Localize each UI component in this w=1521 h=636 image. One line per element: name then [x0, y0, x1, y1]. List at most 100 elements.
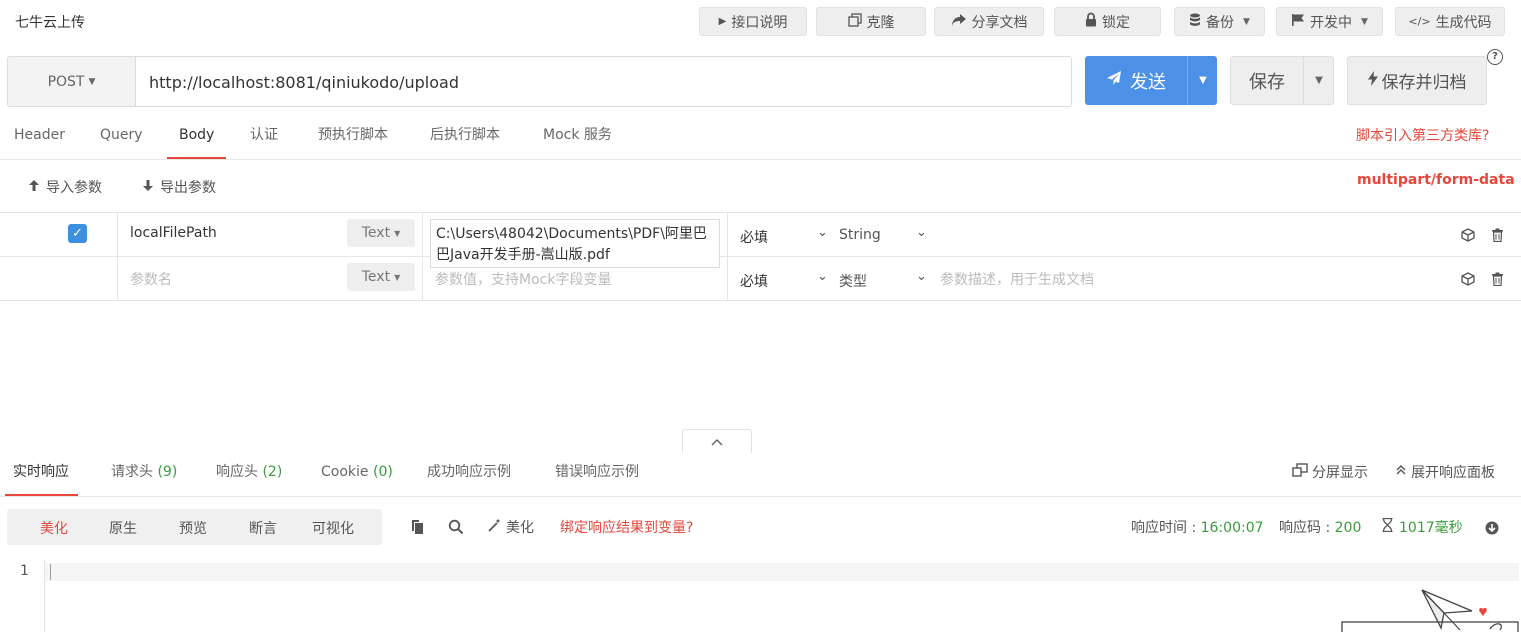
- response-time-value: 16:00:07: [1201, 520, 1264, 536]
- download-icon[interactable]: [1485, 520, 1501, 536]
- tab-header[interactable]: Header: [14, 115, 65, 159]
- data-type-dropdown[interactable]: 类型: [839, 271, 867, 314]
- tab-response-headers[interactable]: 响应头 (2): [216, 452, 282, 496]
- generate-code-button[interactable]: </> 生成代码: [1395, 7, 1505, 36]
- magic-wand-icon: [488, 518, 502, 536]
- api-doc-button[interactable]: ▶ 接口说明: [699, 7, 807, 36]
- tab-auth[interactable]: 认证: [250, 115, 278, 159]
- share-icon: [951, 13, 967, 31]
- param-name-placeholder[interactable]: 参数名: [130, 269, 172, 312]
- cube-icon[interactable]: [1461, 227, 1475, 241]
- view-assert[interactable]: 断言: [249, 518, 277, 538]
- param-enabled-checkbox[interactable]: ✓: [68, 224, 87, 243]
- split-screen-label: 分屏显示: [1312, 462, 1368, 482]
- tab-label: 成功响应示例: [427, 464, 511, 480]
- response-code: 响应码 : 200: [1279, 517, 1361, 537]
- flag-icon: [1291, 13, 1305, 31]
- dev-status-label: 开发中: [1310, 12, 1352, 32]
- tab-label: 错误响应示例: [555, 464, 639, 480]
- param-type-dropdown[interactable]: Text ▼: [347, 263, 415, 291]
- double-chevron-up-icon: [1395, 464, 1407, 480]
- url-input[interactable]: [147, 57, 1051, 108]
- chevron-down-icon: ⌄: [817, 269, 828, 312]
- backup-label: 备份: [1206, 12, 1234, 32]
- tab-success-example[interactable]: 成功响应示例: [427, 452, 511, 496]
- dev-status-dropdown[interactable]: 开发中 ▼: [1276, 7, 1383, 36]
- share-doc-button[interactable]: 分享文档: [934, 7, 1044, 36]
- response-duration-value: 1017毫秒: [1399, 517, 1463, 537]
- caret-down-icon: ▼: [1361, 17, 1368, 27]
- param-description-placeholder[interactable]: 参数描述，用于生成文档: [940, 269, 1094, 312]
- backup-dropdown[interactable]: 备份 ▼: [1174, 7, 1265, 36]
- copy-icon[interactable]: [409, 519, 425, 535]
- paper-plane-icon: [1106, 70, 1122, 91]
- beautify-label: 美化: [506, 517, 534, 537]
- tab-cookie[interactable]: Cookie (0): [321, 452, 393, 496]
- play-icon: ▶: [719, 16, 727, 27]
- database-icon: [1189, 13, 1201, 31]
- tab-query[interactable]: Query: [100, 115, 143, 159]
- send-options-dropdown[interactable]: ▼: [1187, 56, 1218, 105]
- split-screen-icon: [1292, 463, 1308, 481]
- arrow-up-icon: [28, 179, 40, 196]
- tab-error-example[interactable]: 错误响应示例: [555, 452, 639, 496]
- method-label: POST: [48, 74, 85, 90]
- response-time: 响应时间 : 16:00:07: [1131, 517, 1264, 537]
- chevron-up-icon: [711, 435, 723, 449]
- view-beautify[interactable]: 美化: [40, 518, 68, 538]
- import-params-button[interactable]: 导入参数: [28, 177, 102, 197]
- table-row-new: 参数名 Text ▼ 参数值，支持Mock字段变量 必填 ⌄ 类型 ⌄ 参数描述…: [0, 256, 1521, 301]
- trash-icon[interactable]: [1491, 227, 1505, 241]
- tab-count: (0): [373, 464, 393, 480]
- content-type-dropdown[interactable]: multipart/form-data▼: [1357, 172, 1521, 188]
- clone-label: 克隆: [867, 12, 895, 32]
- api-doc-label: 接口说明: [731, 12, 787, 32]
- collapse-panel-toggle[interactable]: [682, 429, 752, 453]
- lock-label: 锁定: [1102, 12, 1130, 32]
- tab-mock-service[interactable]: Mock 服务: [543, 115, 612, 159]
- required-dropdown[interactable]: 必填: [740, 271, 768, 314]
- view-preview[interactable]: 预览: [179, 518, 207, 538]
- param-type-label: Text: [362, 225, 390, 241]
- bind-response-variable-link[interactable]: 绑定响应结果到变量?: [560, 517, 693, 537]
- clone-button[interactable]: 克隆: [816, 7, 926, 36]
- method-dropdown[interactable]: POST ▼: [8, 57, 136, 106]
- save-button[interactable]: 保存: [1231, 57, 1303, 104]
- caret-down-icon: ▼: [88, 77, 95, 87]
- export-params-button[interactable]: 导出参数: [142, 177, 216, 197]
- response-code-label: 响应码 :: [1279, 520, 1330, 536]
- save-options-dropdown[interactable]: ▼: [1303, 57, 1334, 104]
- param-value-placeholder[interactable]: 参数值，支持Mock字段变量: [435, 269, 611, 312]
- split-screen-button[interactable]: 分屏显示: [1292, 462, 1368, 482]
- param-value-field[interactable]: C:\Users\48042\Documents\PDF\阿里巴巴Java开发手…: [430, 219, 720, 268]
- tab-request-headers[interactable]: 请求头 (9): [111, 452, 177, 496]
- view-visualize[interactable]: 可视化: [312, 518, 354, 538]
- help-icon[interactable]: ?: [1487, 49, 1503, 65]
- param-type-dropdown[interactable]: Text ▼: [347, 219, 415, 247]
- expand-response-button[interactable]: 展开响应面板: [1395, 462, 1495, 482]
- lock-button[interactable]: 锁定: [1054, 7, 1161, 36]
- import-params-label: 导入参数: [46, 177, 102, 197]
- chevron-down-icon: ⌄: [916, 269, 927, 312]
- arrow-down-icon: [142, 179, 154, 196]
- view-raw[interactable]: 原生: [109, 518, 137, 538]
- params-table: ✓ localFilePath Text ▼ C:\Users\48042\Do…: [0, 212, 1521, 301]
- trash-icon[interactable]: [1491, 271, 1505, 285]
- content-type-label: multipart/form-data: [1357, 172, 1515, 188]
- save-label: 保存: [1249, 68, 1285, 94]
- editor-active-line[interactable]: [45, 563, 1519, 581]
- tab-live-response[interactable]: 实时响应: [13, 452, 69, 496]
- tab-post-script[interactable]: 后执行脚本: [430, 115, 500, 159]
- table-row: ✓ localFilePath Text ▼ C:\Users\48042\Do…: [0, 212, 1521, 256]
- param-type-label: Text: [362, 269, 390, 285]
- save-and-archive-button[interactable]: 保存并归档: [1347, 56, 1487, 105]
- send-label: 发送: [1130, 68, 1166, 94]
- beautify-button[interactable]: 美化: [488, 517, 534, 537]
- cube-icon[interactable]: [1461, 271, 1475, 285]
- send-button[interactable]: 发送: [1085, 56, 1187, 105]
- tab-pre-script[interactable]: 预执行脚本: [318, 115, 388, 159]
- tab-body[interactable]: Body: [179, 115, 214, 159]
- third-party-library-link[interactable]: 脚本引入第三方类库?: [1356, 125, 1489, 145]
- paper-plane-illustration: [1340, 585, 1521, 632]
- search-icon[interactable]: [448, 519, 464, 535]
